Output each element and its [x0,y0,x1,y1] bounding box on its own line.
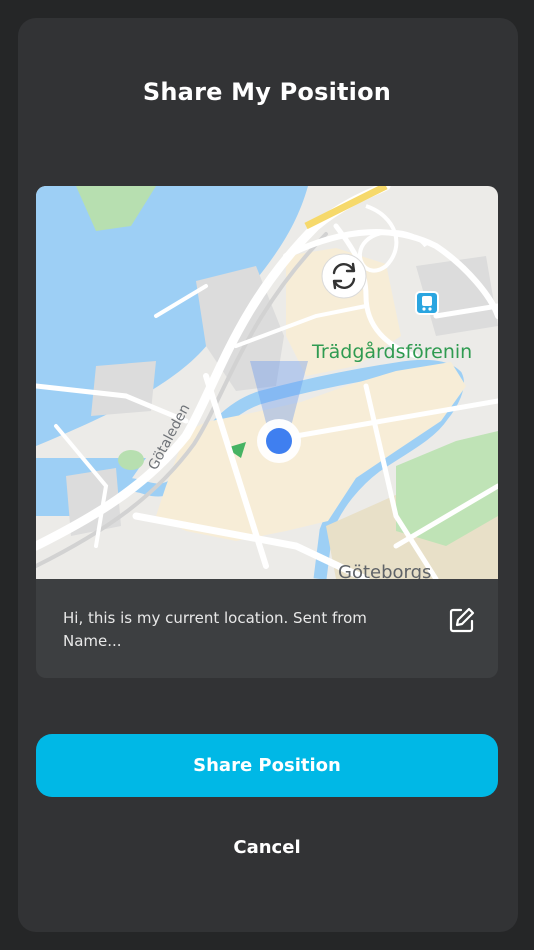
location-dot-icon [257,419,301,463]
edit-icon[interactable] [448,606,476,634]
dialog-title: Share My Position [142,78,392,106]
share-position-button[interactable]: Share Position [36,734,498,797]
map-preview[interactable]: Trädgårdsförenin Göteborgs Götaleden [36,186,498,579]
refresh-icon[interactable] [321,253,367,299]
cancel-button[interactable]: Cancel [167,832,367,862]
map-label-park: Trädgårdsförenin [311,340,472,363]
map-label-district: Göteborgs [338,562,431,579]
share-message: Hi, this is my current location. Sent fr… [63,609,367,650]
train-station-icon[interactable] [415,291,439,315]
location-card: Trädgårdsförenin Göteborgs Götaleden Hi,… [36,186,498,678]
